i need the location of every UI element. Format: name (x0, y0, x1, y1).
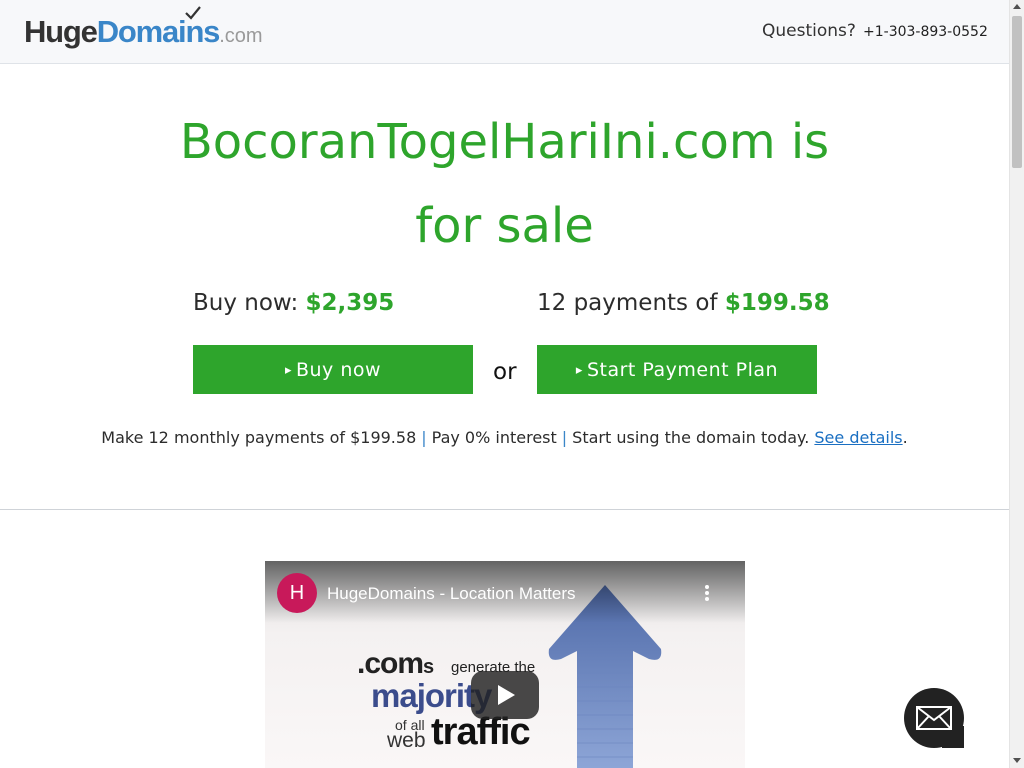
sale-section: BocoranTogelHariIni.com is for sale Buy … (0, 64, 1009, 510)
payment-plan-price: 12 payments of $199.58 (537, 290, 830, 316)
payment-details: Make 12 monthly payments of $199.58 | Pay … (0, 428, 1009, 447)
page: HugeDomains.com Questions? +1-303-893-05… (0, 0, 1024, 768)
payment-plan-label: 12 payments of (537, 290, 718, 316)
play-arrow-icon: ▸ (575, 363, 583, 378)
page-title: BocoranTogelHariIni.com is for sale (179, 114, 830, 254)
buy-now-price-value: $2,395 (305, 290, 395, 316)
thumbnail-web-text: web (387, 729, 426, 752)
buy-now-price: Buy now: $2,395 (193, 290, 394, 316)
play-button[interactable] (471, 671, 539, 719)
buy-now-price-label: Buy now: (193, 290, 299, 316)
phone-number-link[interactable]: +1-303-893-0552 (863, 24, 988, 40)
site-header: HugeDomains.com Questions? +1-303-893-05… (0, 0, 1009, 64)
logo-check-icon (185, 6, 201, 20)
details-separator: | (561, 428, 568, 447)
logo-dotcom-text: .com (219, 25, 263, 47)
chat-message-button[interactable] (904, 688, 964, 748)
channel-avatar[interactable]: H (277, 573, 317, 613)
start-payment-plan-button-label: Start Payment Plan (586, 359, 779, 381)
more-vertical-icon[interactable] (701, 583, 713, 605)
questions-label: Questions? (762, 21, 856, 41)
hugedomains-logo[interactable]: HugeDomains.com (24, 6, 263, 54)
details-period: . (902, 428, 908, 447)
buy-now-button-label: Buy now (295, 359, 382, 381)
details-monthly-text: Make 12 monthly payments of $199.58 (101, 428, 417, 447)
play-arrow-icon: ▸ (284, 363, 292, 378)
vertical-scrollbar[interactable] (1009, 0, 1024, 768)
envelope-icon (916, 706, 952, 730)
payment-plan-value: $199.58 (724, 290, 830, 316)
or-label: or (493, 359, 517, 385)
start-payment-plan-button[interactable]: ▸ Start Payment Plan (537, 345, 817, 394)
details-interest-text: Pay 0% interest (431, 428, 557, 447)
scroll-up-arrow-icon[interactable] (1013, 4, 1021, 9)
scroll-down-arrow-icon[interactable] (1013, 758, 1021, 763)
video-player[interactable]: H HugeDomains - Location Matters .coms g… (265, 561, 745, 768)
logo-huge-text: Huge (24, 14, 98, 49)
thumbnail-coms-text: .coms (357, 647, 434, 680)
details-start-text: Start using the domain today. (572, 428, 810, 447)
details-separator: | (421, 428, 427, 447)
video-title[interactable]: HugeDomains - Location Matters (327, 584, 576, 604)
see-details-link[interactable]: See details (814, 428, 902, 447)
buy-now-button[interactable]: ▸ Buy now (193, 345, 473, 394)
scrollbar-thumb[interactable] (1012, 16, 1022, 168)
play-icon (498, 685, 515, 705)
section-divider (0, 509, 1009, 510)
